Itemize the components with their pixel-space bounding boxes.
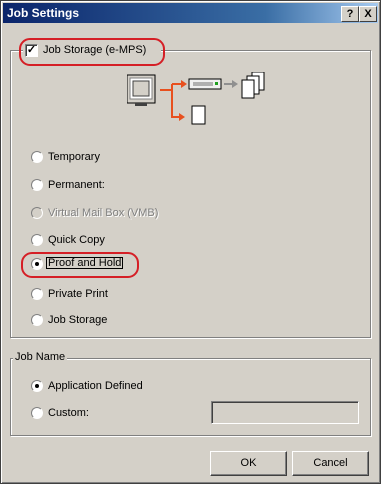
radio-virtual-mail-box xyxy=(31,207,43,219)
label-private-print[interactable]: Private Print xyxy=(48,288,108,300)
close-button[interactable]: X xyxy=(359,6,377,22)
title-bar[interactable]: Job Settings ? X xyxy=(3,3,378,23)
custom-name-field xyxy=(211,401,359,424)
job-storage-checkbox-label[interactable]: Job Storage (e-MPS) xyxy=(43,44,146,56)
cancel-button-label: Cancel xyxy=(313,457,348,469)
label-job-storage[interactable]: Job Storage xyxy=(48,314,107,326)
label-application-defined[interactable]: Application Defined xyxy=(48,380,143,392)
ok-button-label: OK xyxy=(240,457,257,469)
job-settings-dialog: Job Settings ? X ✓ Job Storage (e-MPS) T… xyxy=(0,0,381,484)
job-storage-diagram xyxy=(127,72,265,125)
stacked-pages-icon xyxy=(241,72,265,99)
label-proof-and-hold[interactable]: Proof and Hold xyxy=(46,257,124,269)
ok-button[interactable]: OK xyxy=(210,451,287,476)
printer-icon xyxy=(188,78,222,90)
single-page-icon xyxy=(191,105,206,125)
radio-permanent[interactable] xyxy=(31,179,43,191)
cancel-button[interactable]: Cancel xyxy=(292,451,369,476)
label-temporary[interactable]: Temporary xyxy=(48,151,100,163)
job-name-legend: Job Name xyxy=(13,351,68,363)
connector-lines xyxy=(160,83,183,118)
radio-proof-and-hold[interactable] xyxy=(31,258,43,270)
job-storage-checkbox[interactable]: ✓ xyxy=(25,44,38,57)
radio-temporary[interactable] xyxy=(31,151,43,163)
connector-arrow-up xyxy=(181,80,187,88)
job-storage-legend[interactable]: ✓ Job Storage (e-MPS) xyxy=(23,43,161,57)
radio-application-defined[interactable] xyxy=(31,380,43,392)
window-title: Job Settings xyxy=(7,6,80,20)
help-button[interactable]: ? xyxy=(341,6,359,22)
arrow-icon xyxy=(224,80,238,88)
job-name-group xyxy=(10,358,371,436)
radio-custom[interactable] xyxy=(31,407,43,419)
label-custom[interactable]: Custom: xyxy=(48,407,89,419)
label-permanent[interactable]: Permanent: xyxy=(48,179,105,191)
radio-job-storage[interactable] xyxy=(31,314,43,326)
connector-arrow-down xyxy=(179,113,185,121)
radio-private-print[interactable] xyxy=(31,288,43,300)
computer-icon xyxy=(127,74,156,106)
label-quick-copy[interactable]: Quick Copy xyxy=(48,234,105,246)
radio-quick-copy[interactable] xyxy=(31,234,43,246)
label-virtual-mail-box: Virtual Mail Box (VMB) xyxy=(48,207,159,219)
